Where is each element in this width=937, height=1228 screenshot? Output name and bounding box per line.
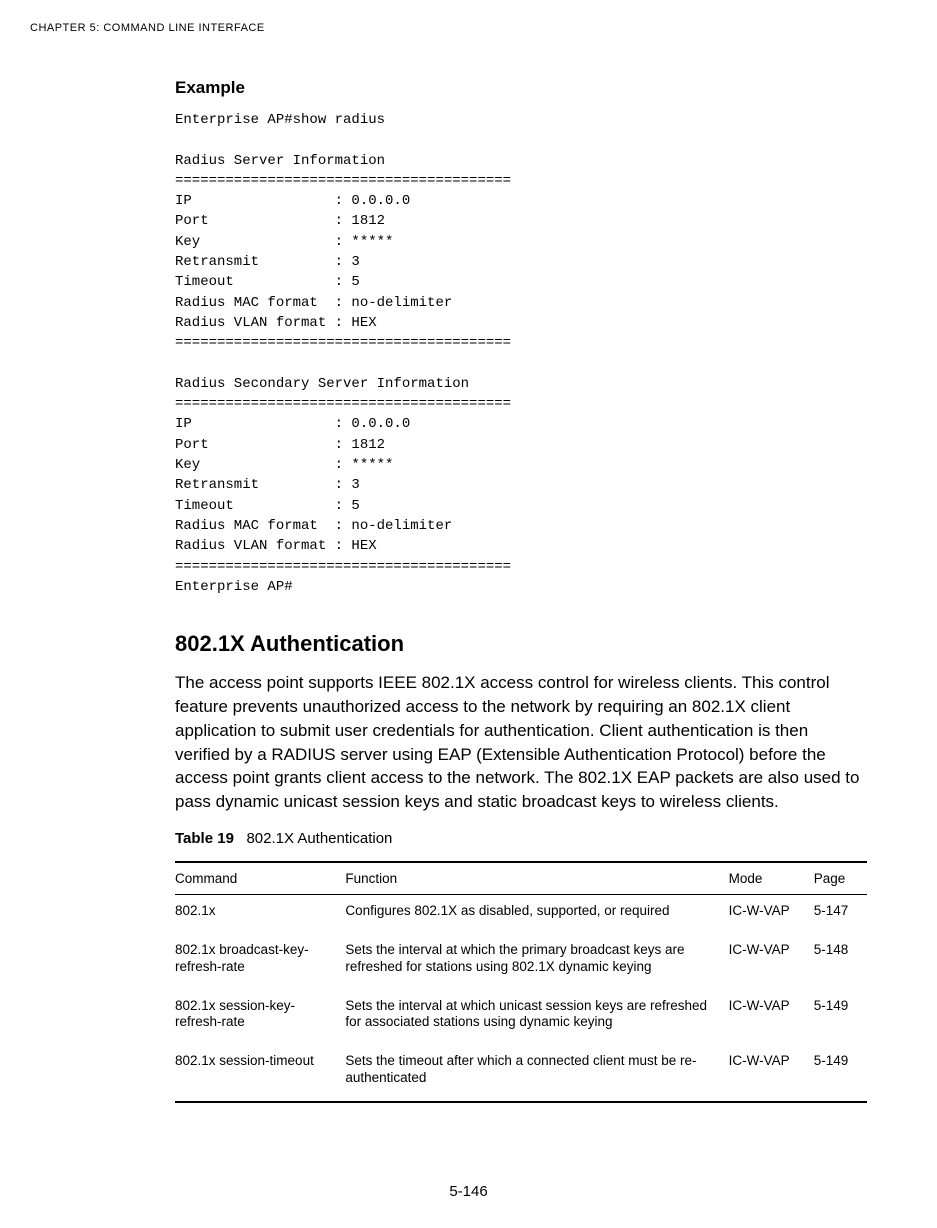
cli-output-block: Enterprise AP#show radius Radius Server …: [175, 110, 867, 597]
table-row: 802.1x broadcast-key-refresh-rate Sets t…: [175, 934, 867, 990]
cell-page: 5-148: [814, 934, 867, 990]
cell-function: Sets the interval at which the primary b…: [345, 934, 728, 990]
cell-page: 5-147: [814, 894, 867, 933]
cell-command: 802.1x session-timeout: [175, 1045, 345, 1102]
cell-command: 802.1x: [175, 894, 345, 933]
cell-page: 5-149: [814, 990, 867, 1046]
th-command: Command: [175, 862, 345, 895]
cell-mode: IC-W-VAP: [729, 934, 814, 990]
body-paragraph: The access point supports IEEE 802.1X ac…: [175, 671, 867, 814]
example-heading: Example: [175, 78, 867, 98]
th-page: Page: [814, 862, 867, 895]
table-caption: Table 19 802.1X Authentication: [175, 830, 867, 847]
table-caption-title: 802.1X Authentication: [246, 830, 392, 847]
cell-page: 5-149: [814, 1045, 867, 1102]
command-table: Command Function Mode Page 802.1x Config…: [175, 861, 867, 1103]
table-header-row: Command Function Mode Page: [175, 862, 867, 895]
cell-mode: IC-W-VAP: [729, 894, 814, 933]
cell-command: 802.1x broadcast-key-refresh-rate: [175, 934, 345, 990]
section-heading: 802.1X Authentication: [175, 631, 867, 657]
cell-command: 802.1x session-key-refresh-rate: [175, 990, 345, 1046]
table-row: 802.1x session-key-refresh-rate Sets the…: [175, 990, 867, 1046]
cell-mode: IC-W-VAP: [729, 990, 814, 1046]
cell-function: Sets the timeout after which a connected…: [345, 1045, 728, 1102]
cell-function: Configures 802.1X as disabled, supported…: [345, 894, 728, 933]
table-row: 802.1x session-timeout Sets the timeout …: [175, 1045, 867, 1102]
table-row: 802.1x Configures 802.1X as disabled, su…: [175, 894, 867, 933]
running-header: CHAPTER 5: COMMAND LINE INTERFACE: [30, 22, 877, 34]
page-number: 5-146: [0, 1183, 937, 1200]
cell-function: Sets the interval at which unicast sessi…: [345, 990, 728, 1046]
page-content: Example Enterprise AP#show radius Radius…: [175, 78, 867, 1103]
th-function: Function: [345, 862, 728, 895]
th-mode: Mode: [729, 862, 814, 895]
table-caption-label: Table 19: [175, 830, 234, 847]
cell-mode: IC-W-VAP: [729, 1045, 814, 1102]
